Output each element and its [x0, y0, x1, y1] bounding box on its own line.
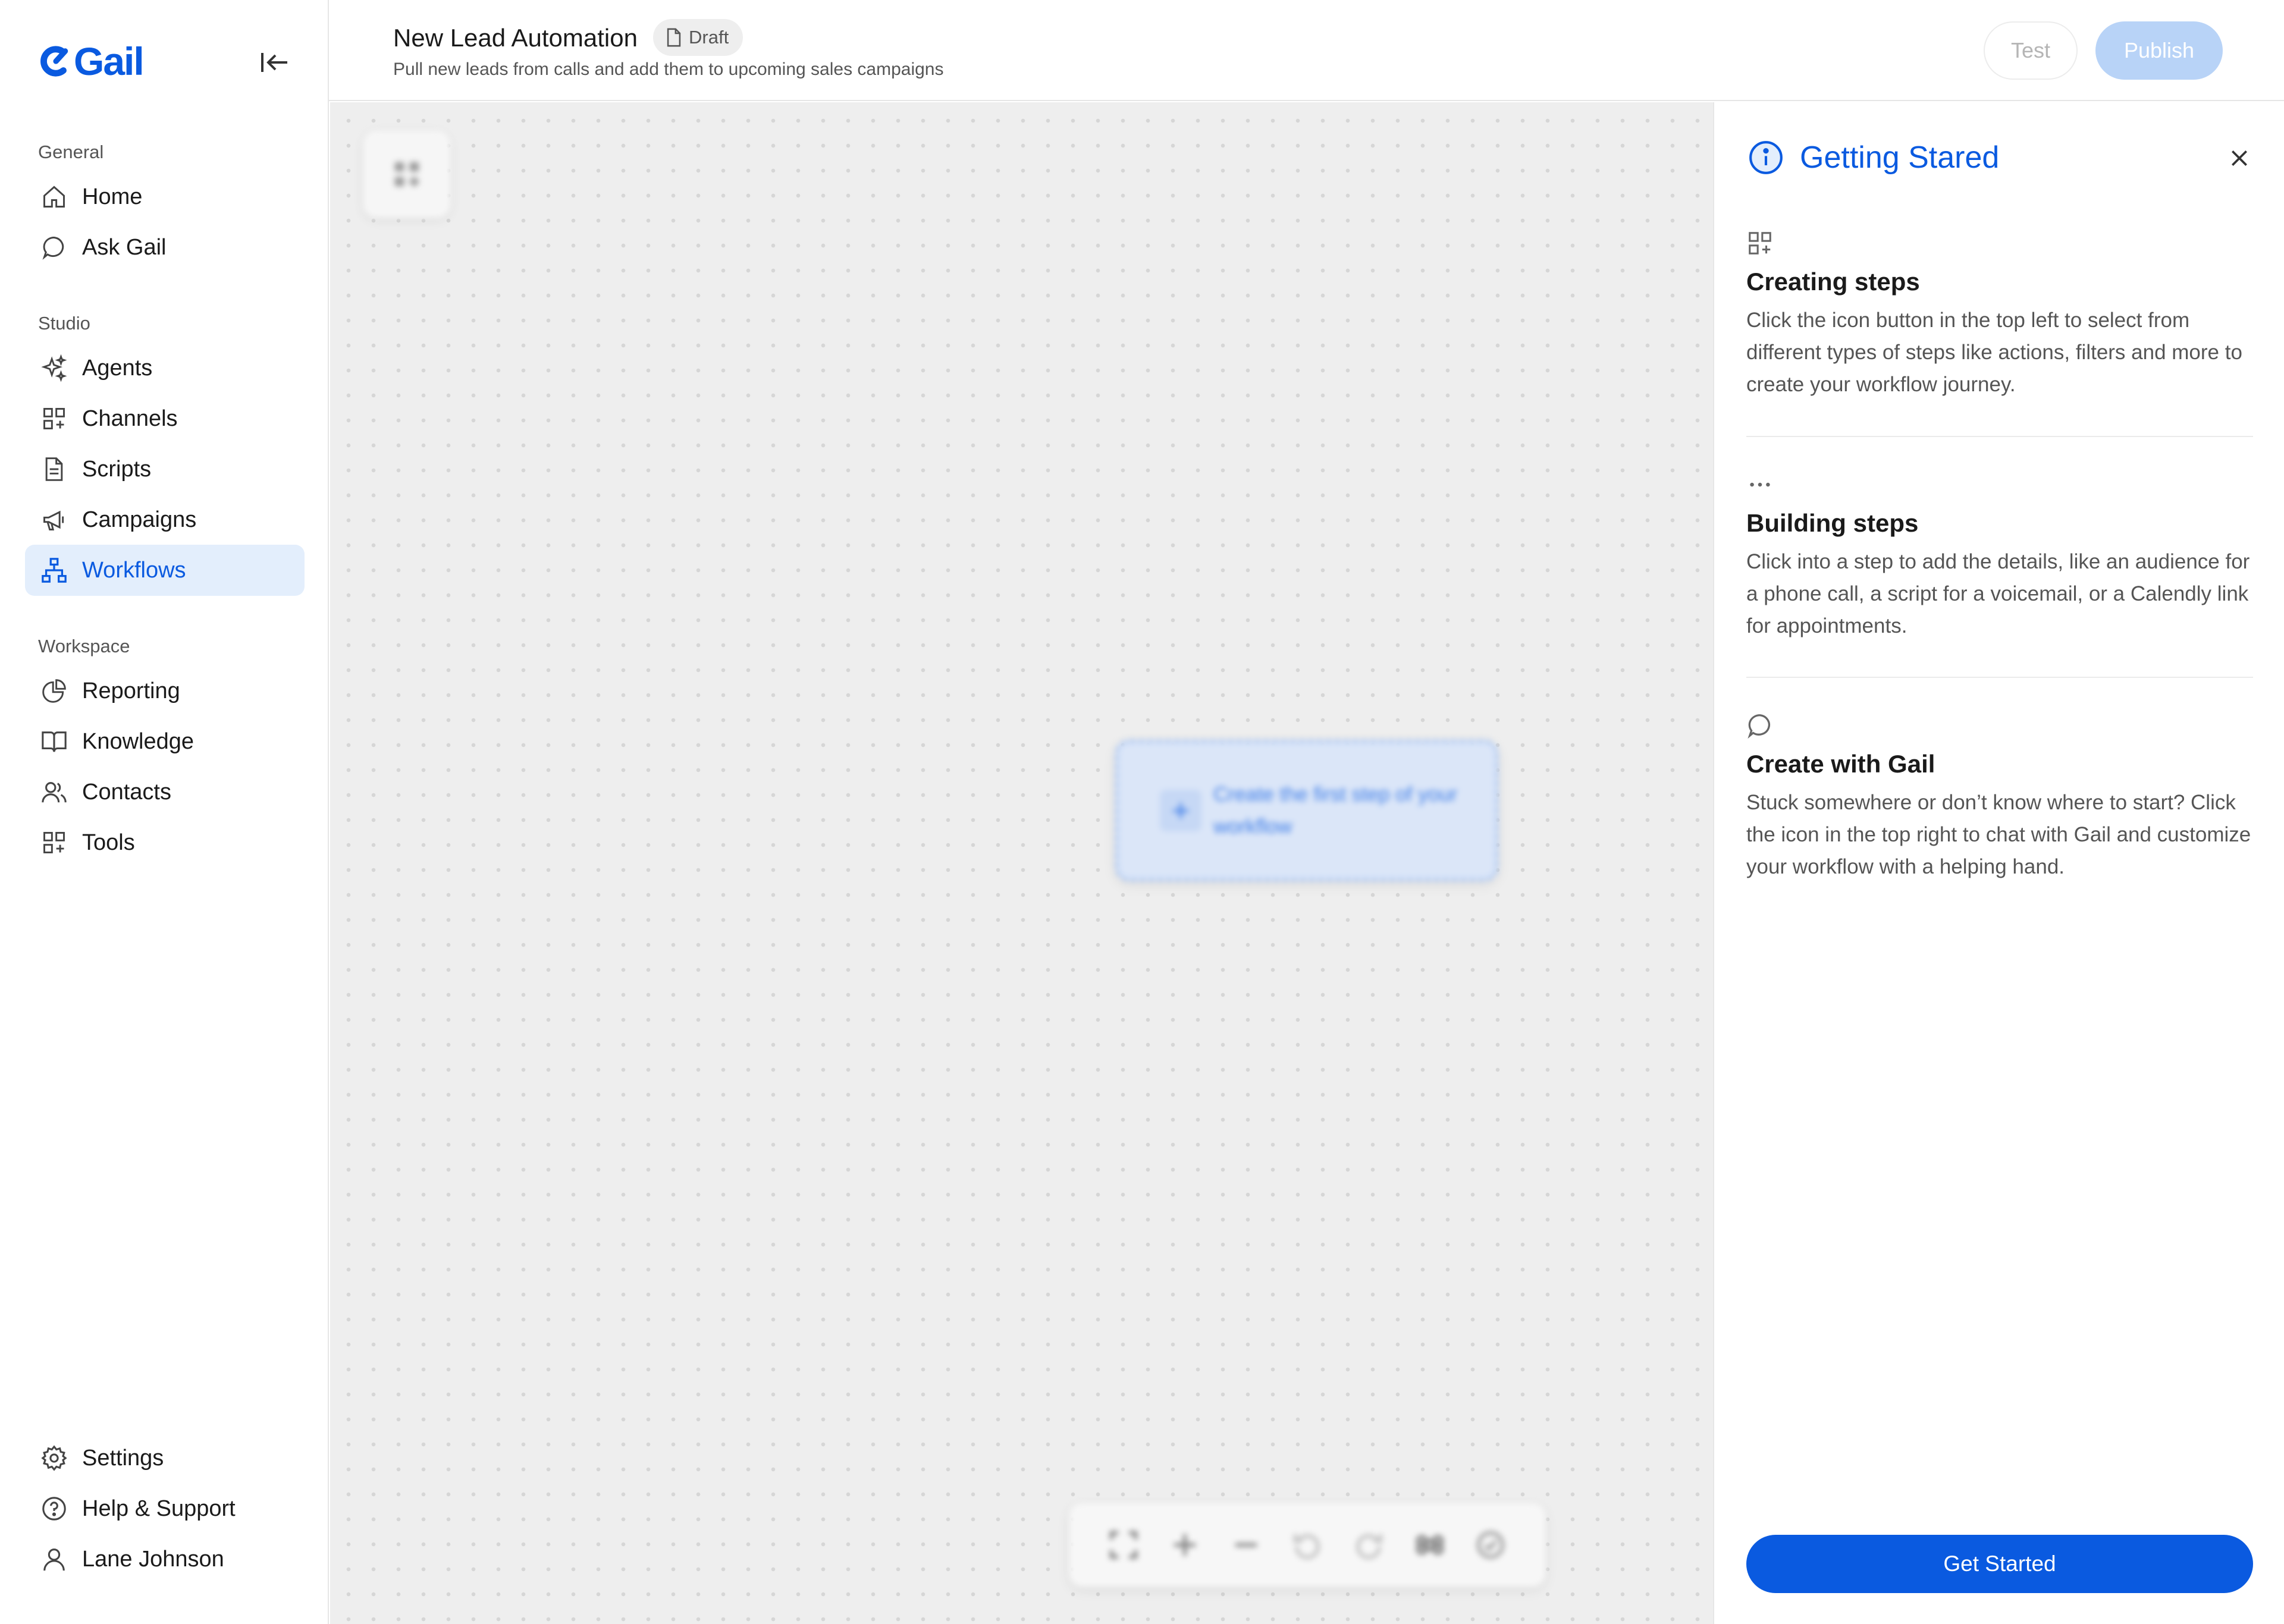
grid-plus-icon — [39, 828, 69, 857]
sidebar-item-label: Knowledge — [82, 728, 194, 754]
sparkles-icon — [39, 353, 69, 383]
page-title[interactable]: New Lead Automation — [393, 24, 638, 52]
top-header: New Lead Automation Draft Pull new leads… — [329, 0, 2284, 101]
status-badge-label: Draft — [689, 27, 729, 48]
panel-title: Getting Stared — [1800, 140, 2000, 175]
users-icon — [39, 777, 69, 807]
tip-heading: Creating steps — [1746, 268, 1920, 296]
getting-started-panel: Getting Stared Creating steps Click the … — [1713, 102, 2284, 1624]
help-circle-icon — [39, 1494, 69, 1524]
status-badge: Draft — [653, 19, 743, 56]
sidebar-item-label: Ask Gail — [82, 234, 167, 260]
zoom-out-icon[interactable] — [1228, 1527, 1264, 1563]
grid-plus-icon — [1746, 227, 1778, 259]
check-circle-icon[interactable] — [1473, 1527, 1508, 1563]
command-icon[interactable] — [1412, 1527, 1448, 1563]
redo-icon[interactable] — [1351, 1527, 1386, 1563]
sidebar-item-label: Home — [82, 184, 143, 209]
grid-plus-icon — [394, 162, 419, 187]
chat-bubble-icon — [39, 233, 69, 262]
tip-heading: Building steps — [1746, 509, 1919, 537]
sidebar-item-reporting[interactable]: Reporting — [25, 665, 305, 717]
sidebar-item-workflows[interactable]: Workflows — [25, 545, 305, 596]
close-icon[interactable] — [2222, 140, 2257, 176]
sidebar-item-scripts[interactable]: Scripts — [25, 444, 305, 495]
megaphone-icon — [39, 505, 69, 535]
grid-plus-icon — [39, 404, 69, 434]
sidebar-item-home[interactable]: Home — [25, 171, 305, 222]
create-first-step-label: Create the first step of your workflow — [1213, 783, 1458, 838]
page-subtitle: Pull new leads from calls and add them t… — [393, 59, 944, 79]
user-icon — [39, 1544, 69, 1574]
sidebar-item-ask-gail[interactable]: Ask Gail — [25, 222, 305, 273]
user-name: Lane Johnson — [82, 1546, 224, 1572]
undo-icon[interactable] — [1290, 1527, 1325, 1563]
sidebar-item-settings[interactable]: Settings — [25, 1433, 305, 1484]
sidebar-item-label: Tools — [82, 830, 135, 855]
sidebar-item-label: Contacts — [82, 779, 171, 805]
tip-create-with-gail: Create with Gail Stuck somewhere or don’… — [1746, 709, 2253, 883]
info-icon — [1746, 138, 1786, 177]
plus-icon: + — [1160, 790, 1201, 831]
tip-building-steps: Building steps Click into a step to add … — [1746, 469, 2253, 642]
sidebar-item-label: Scripts — [82, 456, 152, 482]
sidebar-item-channels[interactable]: Channels — [25, 393, 305, 444]
sidebar-item-knowledge[interactable]: Knowledge — [25, 716, 305, 767]
sidebar-item-contacts[interactable]: Contacts — [25, 767, 305, 818]
get-started-button[interactable]: Get Started — [1746, 1535, 2253, 1593]
sidebar-item-tools[interactable]: Tools — [25, 817, 305, 868]
document-icon — [39, 454, 69, 484]
tip-heading: Create with Gail — [1746, 750, 1935, 778]
chat-bubble-icon — [1746, 709, 1778, 742]
section-general: General — [38, 142, 104, 162]
panel-header: Getting Stared — [1746, 138, 1999, 177]
sidebar-item-user[interactable]: Lane Johnson — [25, 1534, 305, 1585]
sidebar-item-help[interactable]: Help & Support — [25, 1483, 305, 1534]
divider — [1746, 677, 2253, 678]
fit-view-icon[interactable] — [1106, 1527, 1141, 1563]
tip-body: Stuck somewhere or don’t know where to s… — [1746, 791, 2251, 878]
sidebar-item-label: Reporting — [82, 678, 180, 703]
publish-button[interactable]: Publish — [2095, 21, 2223, 80]
sidebar-item-agents[interactable]: Agents — [25, 343, 305, 394]
zoom-in-icon[interactable] — [1167, 1527, 1203, 1563]
sidebar-item-label: Settings — [82, 1445, 164, 1471]
tip-creating-steps: Creating steps Click the icon button in … — [1746, 227, 2253, 401]
sidebar: Gail General Home Ask Gail Studio Agents… — [0, 0, 329, 1624]
sidebar-item-label: Campaigns — [82, 507, 197, 532]
canvas-toolbar — [1069, 1503, 1545, 1587]
logo-wordmark: Gail — [74, 39, 145, 83]
pie-chart-icon — [39, 676, 69, 706]
sidebar-item-label: Agents — [82, 355, 153, 381]
home-icon — [39, 182, 69, 212]
sidebar-item-label: Channels — [82, 406, 178, 431]
sidebar-item-label: Help & Support — [82, 1496, 236, 1521]
collapse-sidebar-icon[interactable] — [257, 48, 293, 77]
more-horizontal-icon — [1746, 469, 1778, 501]
section-workspace: Workspace — [38, 636, 130, 656]
create-first-step-card[interactable]: + Create the first step of your workflow — [1115, 740, 1498, 881]
sidebar-item-campaigns[interactable]: Campaigns — [25, 494, 305, 545]
gail-logo[interactable]: Gail — [36, 39, 145, 83]
gear-icon — [39, 1443, 69, 1473]
tip-body: Click the icon button in the top left to… — [1746, 309, 2242, 396]
test-button[interactable]: Test — [1984, 21, 2078, 80]
tip-body: Click into a step to add the details, li… — [1746, 550, 2250, 637]
gail-logo-icon — [40, 46, 68, 77]
canvas-overlay: + Create the first step of your workflow — [330, 102, 1713, 1624]
sidebar-item-label: Workflows — [82, 557, 186, 583]
workflow-canvas[interactable]: + Create the first step of your workflow — [330, 102, 1713, 1624]
section-studio: Studio — [38, 313, 90, 334]
book-icon — [39, 727, 69, 756]
divider — [1746, 436, 2253, 437]
document-icon — [667, 28, 681, 47]
add-step-button[interactable] — [363, 131, 450, 218]
workflow-icon — [39, 555, 69, 585]
